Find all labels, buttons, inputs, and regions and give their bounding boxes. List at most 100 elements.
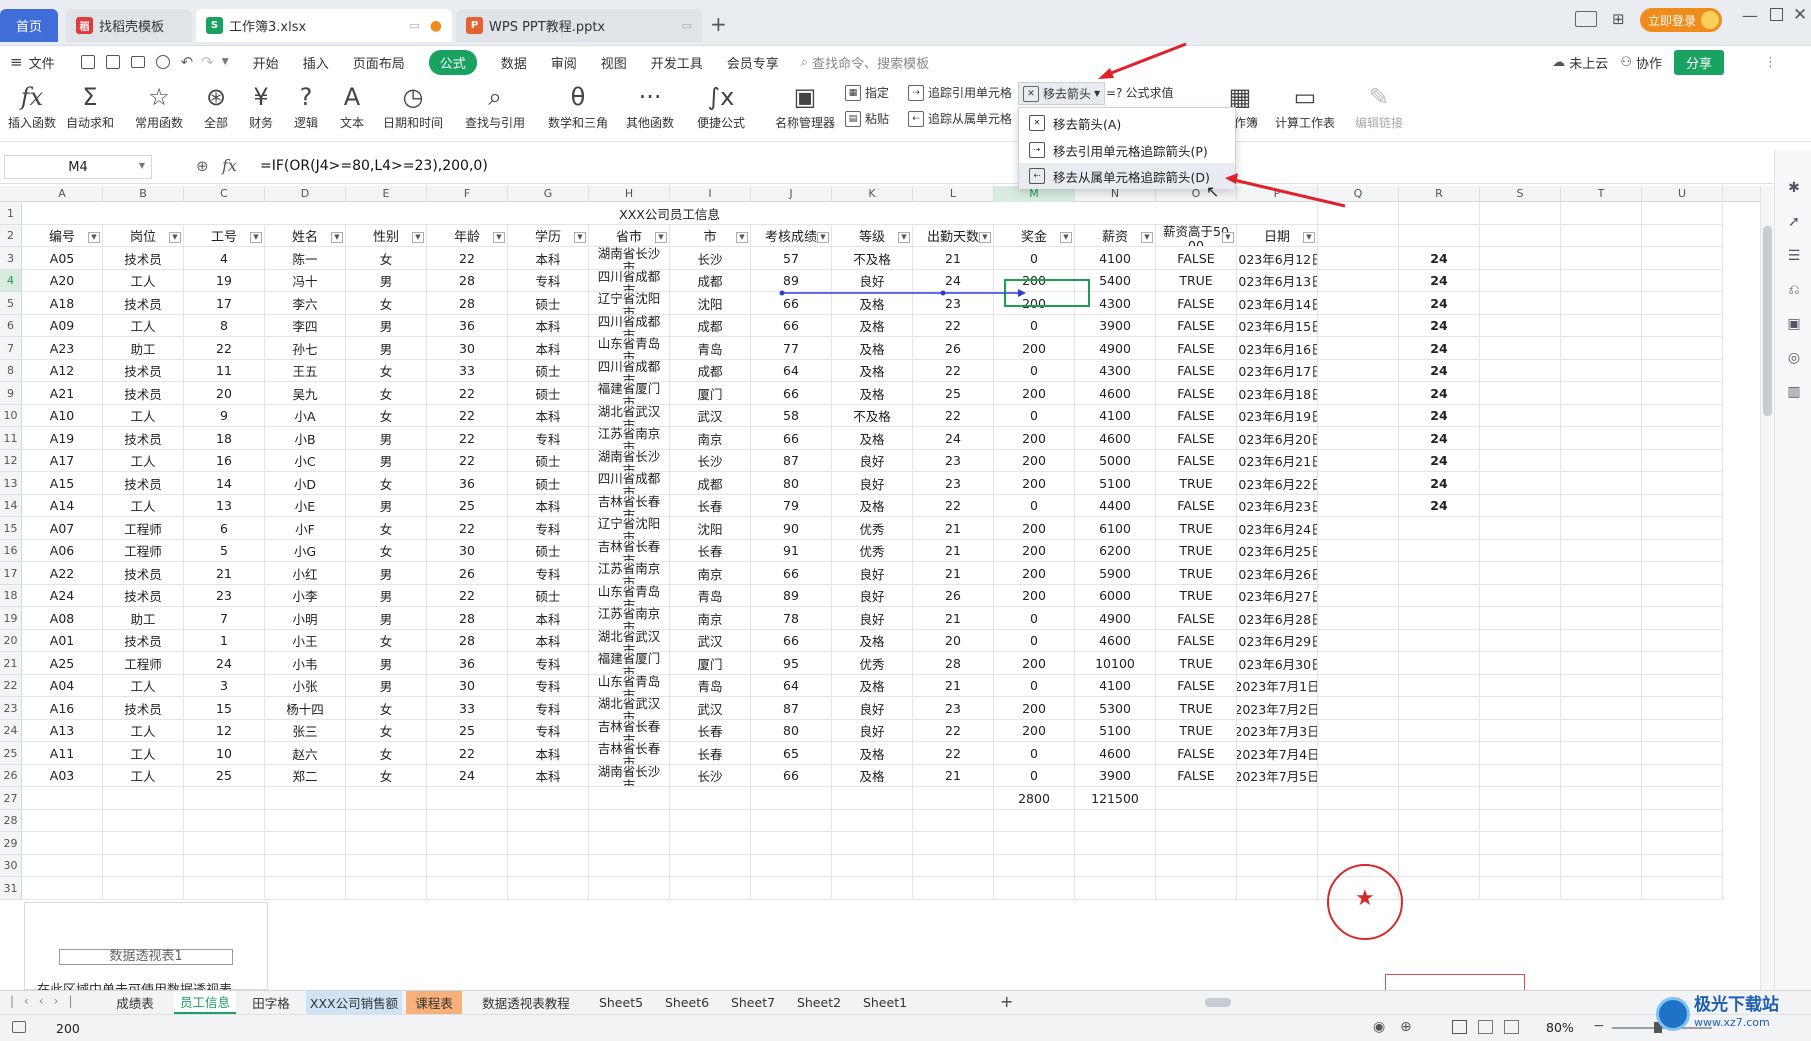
export-icon[interactable]: [105, 55, 120, 69]
layout-icon[interactable]: [1575, 11, 1597, 27]
menu-review[interactable]: 审阅: [551, 53, 577, 72]
monitor-icon[interactable]: ▭: [682, 19, 692, 32]
sheet-tab[interactable]: Sheet1: [854, 991, 916, 1014]
command-search[interactable]: 查找命令、搜索模板: [812, 53, 929, 72]
macro-icon[interactable]: [12, 1021, 26, 1033]
math-functions-button[interactable]: θ 数学和三角: [548, 80, 608, 131]
column-header-J[interactable]: J: [751, 186, 832, 202]
column-header-Q[interactable]: Q: [1318, 186, 1399, 202]
insert-function-button[interactable]: fx 插入函数: [8, 80, 56, 131]
column-header-H[interactable]: H: [589, 186, 670, 202]
minimize-icon[interactable]: —: [1742, 6, 1758, 25]
sheet-tab[interactable]: 成绩表: [100, 991, 170, 1014]
close-icon[interactable]: ✕: [1793, 5, 1807, 25]
sheet-tab[interactable]: Sheet6: [656, 991, 718, 1014]
remove-arrows-button[interactable]: ✕ 移去箭头 ▼: [1018, 82, 1106, 105]
formula-input[interactable]: =IF(OR(J4>=80,L4>=23),200,0): [260, 158, 488, 174]
login-button[interactable]: 立即登录: [1640, 8, 1722, 32]
eye-icon[interactable]: ◉: [1373, 1019, 1385, 1035]
column-header-R[interactable]: R: [1399, 186, 1480, 202]
column-header-L[interactable]: L: [913, 186, 994, 202]
sheet-nav-icon[interactable]: |‹‹›|: [10, 994, 82, 1008]
column-header-A[interactable]: A: [22, 186, 103, 202]
vertical-scrollbar[interactable]: [1760, 186, 1774, 990]
book-icon[interactable]: ▥: [1785, 384, 1803, 402]
share-button[interactable]: 分享: [1673, 49, 1724, 75]
menu-file[interactable]: 文件: [29, 53, 55, 72]
save-icon[interactable]: [80, 55, 95, 69]
menu-remove-dependent-arrows[interactable]: ⇠ 移去从属单元格追踪箭头(D): [1019, 163, 1235, 189]
menu-developer[interactable]: 开发工具: [651, 53, 703, 72]
column-header-B[interactable]: B: [103, 186, 184, 202]
image-icon[interactable]: ▣: [1785, 316, 1803, 334]
tab-ppt[interactable]: P WPS PPT教程.pptx ▭: [456, 9, 702, 42]
redo-icon[interactable]: ↷: [201, 53, 214, 71]
sliders-icon[interactable]: ☰: [1785, 248, 1803, 266]
lookup-functions-button[interactable]: ⌕ 查找与引用: [465, 80, 525, 131]
sheet-tab[interactable]: Sheet5: [590, 991, 652, 1014]
page-layout-icon[interactable]: [1478, 1020, 1493, 1034]
scroll-thumb[interactable]: [1763, 226, 1772, 416]
column-header-T[interactable]: T: [1561, 186, 1642, 202]
preview-icon[interactable]: [155, 55, 170, 69]
tab-template[interactable]: 稻 找稻壳模板: [66, 9, 192, 42]
sheet-tab[interactable]: 田字格: [240, 991, 302, 1014]
paste-name-button[interactable]: ▤ 粘贴: [845, 110, 889, 127]
menu-member[interactable]: 会员专享: [727, 53, 779, 72]
edit-links-button[interactable]: ✎ 编辑链接: [1355, 80, 1403, 131]
home-tab[interactable]: 首页: [0, 9, 58, 42]
datetime-functions-button[interactable]: ◷ 日期和时间: [383, 80, 443, 131]
menu-data[interactable]: 数据: [501, 53, 527, 72]
column-header-P[interactable]: P: [1237, 186, 1318, 202]
monitor-icon[interactable]: ▭: [409, 19, 419, 32]
column-header-E[interactable]: E: [346, 186, 427, 202]
zoom-out-icon[interactable]: −: [1593, 1018, 1605, 1034]
menu-remove-precedent-arrows[interactable]: ⇢ 移去引用单元格追踪箭头(P): [1019, 137, 1235, 163]
zoom-formula-icon[interactable]: ⊕: [196, 157, 209, 175]
menu-layout[interactable]: 页面布局: [353, 53, 405, 72]
all-functions-button[interactable]: ⊛ 全部: [204, 80, 228, 131]
finance-functions-button[interactable]: ¥ 财务: [249, 80, 273, 131]
column-header-K[interactable]: K: [832, 186, 913, 202]
sheet-grid[interactable]: 1 2 3 4 5 6 7 8 9 10 11 12 13 14 15 16 17 18 19 20 21 22 23 24 2…: [0, 202, 1760, 990]
sheet-tab[interactable]: Sheet7: [722, 991, 784, 1014]
sheet-tab[interactable]: 员工信息: [174, 991, 236, 1014]
cursor-icon[interactable]: ➚: [1785, 214, 1803, 232]
cloud-status[interactable]: 未上云: [1569, 53, 1608, 72]
column-header-F[interactable]: F: [427, 186, 508, 202]
fx-icon[interactable]: fx: [222, 156, 237, 175]
add-sheet-button[interactable]: +: [1000, 992, 1013, 1011]
language-icon[interactable]: ⊕: [1400, 1019, 1412, 1035]
evaluate-formula-button[interactable]: =? 公式求值: [1106, 84, 1173, 101]
logic-functions-button[interactable]: ? 逻辑: [294, 80, 318, 131]
pin-icon[interactable]: ✱: [1785, 180, 1803, 198]
menu-formula[interactable]: 公式: [428, 49, 477, 75]
column-header-S[interactable]: S: [1480, 186, 1561, 202]
sheet-tab[interactable]: XXX公司销售额: [306, 991, 402, 1014]
other-functions-button[interactable]: ··· 其他函数: [626, 80, 674, 131]
page-break-icon[interactable]: [1504, 1020, 1519, 1034]
common-functions-button[interactable]: ☆ 常用函数: [135, 80, 183, 131]
sheet-tab[interactable]: Sheet2: [788, 991, 850, 1014]
calc-sheet-button[interactable]: ▭ 计算工作表: [1275, 80, 1335, 131]
column-header-I[interactable]: I: [670, 186, 751, 202]
normal-view-icon[interactable]: [1452, 1020, 1467, 1034]
trace-dependents-button[interactable]: ⇠ 追踪从属单元格: [908, 110, 1012, 127]
sheet-tab[interactable]: 数据透视表教程: [466, 991, 586, 1014]
apps-grid-icon[interactable]: ⊞: [1612, 10, 1625, 28]
column-header-D[interactable]: D: [265, 186, 346, 202]
trace-precedents-button[interactable]: ⇢ 追踪引用单元格: [908, 84, 1012, 101]
undo-icon[interactable]: ↶: [181, 53, 194, 71]
autosum-button[interactable]: Σ 自动求和: [66, 80, 114, 131]
menu-view[interactable]: 视图: [601, 53, 627, 72]
name-box[interactable]: M4 ▼: [4, 155, 152, 179]
more-icon[interactable]: ⋮: [1764, 55, 1777, 70]
horizontal-scroll-thumb[interactable]: [1205, 998, 1231, 1007]
print-icon[interactable]: [130, 56, 145, 68]
menu-start[interactable]: 开始: [253, 53, 279, 72]
tab-workbook[interactable]: S 工作簿3.xlsx ▭ ●: [196, 9, 452, 42]
name-manager-button[interactable]: ▣ 名称管理器: [775, 80, 835, 131]
column-header-G[interactable]: G: [508, 186, 589, 202]
menu-remove-arrows[interactable]: ✕ 移去箭头(A): [1019, 110, 1235, 136]
zoom-level[interactable]: 80%: [1546, 1020, 1574, 1035]
